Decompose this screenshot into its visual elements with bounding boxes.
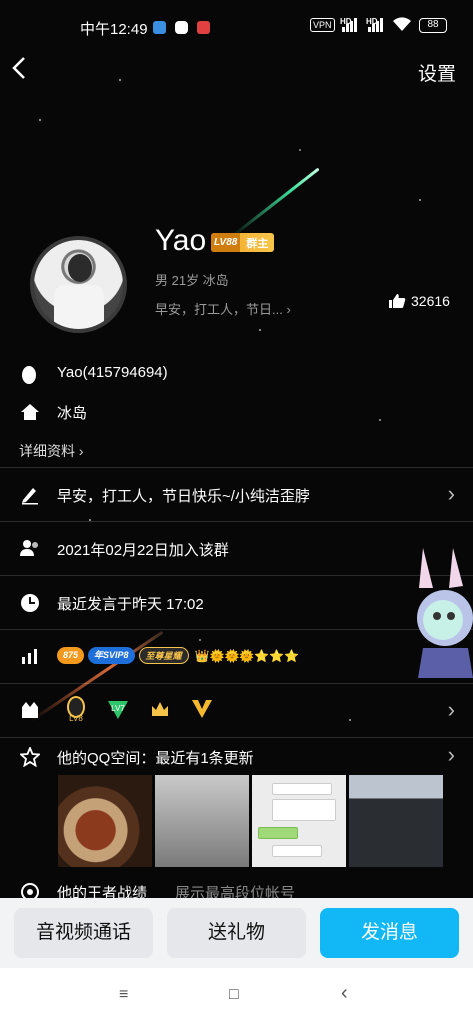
star-rank-badge: 至尊星耀 bbox=[138, 647, 189, 664]
menu-icon[interactable]: ≡ bbox=[119, 986, 128, 1004]
send-message-button[interactable]: 发消息 bbox=[320, 908, 459, 958]
clock-icon bbox=[20, 593, 40, 613]
chevron-right-icon: › bbox=[447, 742, 455, 767]
rank-chart-icon bbox=[20, 647, 40, 667]
last-spoke-row: 最近发言于昨天 17:02 bbox=[0, 575, 473, 629]
av-call-button[interactable]: 音视频通话 bbox=[14, 908, 153, 958]
joined-row: 2021年02月22日加入该群 bbox=[0, 521, 473, 575]
level-icons-row[interactable]: LV8 LV7 › bbox=[0, 683, 473, 737]
send-gift-button[interactable]: 送礼物 bbox=[167, 908, 306, 958]
chat-notification-icon bbox=[175, 21, 188, 34]
status-time: 中午12:49 bbox=[80, 21, 148, 38]
role-title: 群主 bbox=[246, 237, 269, 250]
likes-button[interactable]: 32616 bbox=[388, 293, 450, 309]
signal-icon bbox=[342, 18, 358, 32]
level-badge[interactable]: LV88 群主 bbox=[211, 233, 275, 252]
location-info: 冰岛 bbox=[0, 402, 473, 426]
badges-list: 875 年SVIP8 至尊星耀 👑🌞🌞🌞⭐⭐⭐ bbox=[57, 647, 299, 664]
profile-signature[interactable]: 早安，打工人，节日... › bbox=[155, 299, 291, 318]
svg-text:LV7: LV7 bbox=[111, 704, 125, 713]
level-crowns: 👑🌞🌞🌞⭐⭐⭐ bbox=[194, 648, 300, 663]
qq-info: Yao(415794694) bbox=[0, 364, 473, 388]
vip-level-icon: LV7 bbox=[105, 696, 131, 722]
signal-icon-2 bbox=[368, 18, 384, 32]
details-link[interactable]: 详细资料 › bbox=[19, 441, 84, 461]
avatar[interactable] bbox=[30, 236, 127, 333]
svg-text:LV8: LV8 bbox=[69, 714, 83, 722]
chevron-right-icon: › bbox=[447, 481, 455, 506]
qzone-photos[interactable] bbox=[58, 775, 443, 867]
qzone-row[interactable]: 他的QQ空间：最近有1条更新 › bbox=[0, 737, 473, 777]
group-icon bbox=[20, 539, 40, 559]
profile-name: Yao bbox=[155, 224, 207, 257]
qq-id: Yao(415794694) bbox=[57, 364, 168, 381]
star-outline-icon bbox=[18, 745, 42, 768]
system-nav-bar: ≡ □ ‹ bbox=[0, 968, 473, 1024]
battery-icon: 88 bbox=[419, 18, 447, 33]
photo-thumb[interactable] bbox=[252, 775, 346, 867]
vpn-icon: VPN bbox=[310, 18, 335, 32]
back-button[interactable] bbox=[10, 55, 28, 87]
photo-thumb[interactable] bbox=[58, 775, 152, 867]
crown-icon bbox=[147, 696, 173, 722]
profile-subinfo: 男 21岁 冰岛 bbox=[155, 273, 229, 288]
last-spoke: 最近发言于昨天 17:02 bbox=[57, 596, 204, 613]
badges-row[interactable]: 875 年SVIP8 至尊星耀 👑🌞🌞🌞⭐⭐⭐ bbox=[0, 629, 473, 683]
mascot-sticker bbox=[413, 548, 473, 678]
photo-thumb[interactable] bbox=[349, 775, 443, 867]
level-label: LV88 bbox=[211, 233, 241, 252]
thumbs-up-icon bbox=[389, 294, 406, 308]
app-notification-icon bbox=[153, 21, 166, 34]
shop-icon bbox=[20, 701, 40, 721]
qzone-text: 他的QQ空间：最近有1条更新 bbox=[57, 750, 254, 767]
svip-badge: 年SVIP8 bbox=[88, 647, 135, 664]
location-text: 冰岛 bbox=[57, 405, 88, 422]
chevron-left-icon bbox=[12, 57, 25, 79]
wifi-icon bbox=[392, 16, 412, 37]
home-button-icon[interactable]: □ bbox=[229, 986, 239, 1004]
settings-button[interactable]: 设置 bbox=[418, 59, 456, 86]
joined-date: 2021年02月22日加入该群 bbox=[57, 542, 229, 559]
v-badge-icon bbox=[189, 696, 215, 722]
signature-row[interactable]: 早安，打工人，节日快乐~/小纯洁歪脖 › bbox=[0, 467, 473, 521]
bottom-action-bar: 音视频通话 送礼物 发消息 bbox=[0, 898, 473, 968]
signature-full: 早安，打工人，节日快乐~/小纯洁歪脖 bbox=[57, 488, 310, 505]
qq-level-icon: LV8 bbox=[63, 696, 89, 723]
chevron-right-icon: › bbox=[447, 697, 455, 722]
status-bar: 中午12:49 VPN HD HD 88 bbox=[0, 0, 473, 54]
home-icon bbox=[20, 403, 40, 423]
level-icons: LV8 LV7 bbox=[63, 696, 215, 723]
nav-back-icon[interactable]: ‹ bbox=[341, 982, 348, 1005]
penguin-icon bbox=[20, 365, 40, 385]
photo-thumb[interactable] bbox=[155, 775, 249, 867]
likes-count: 32616 bbox=[411, 293, 450, 309]
calendar-notification-icon bbox=[197, 21, 210, 34]
coin-badge: 875 bbox=[57, 647, 85, 664]
pencil-icon bbox=[20, 485, 40, 505]
